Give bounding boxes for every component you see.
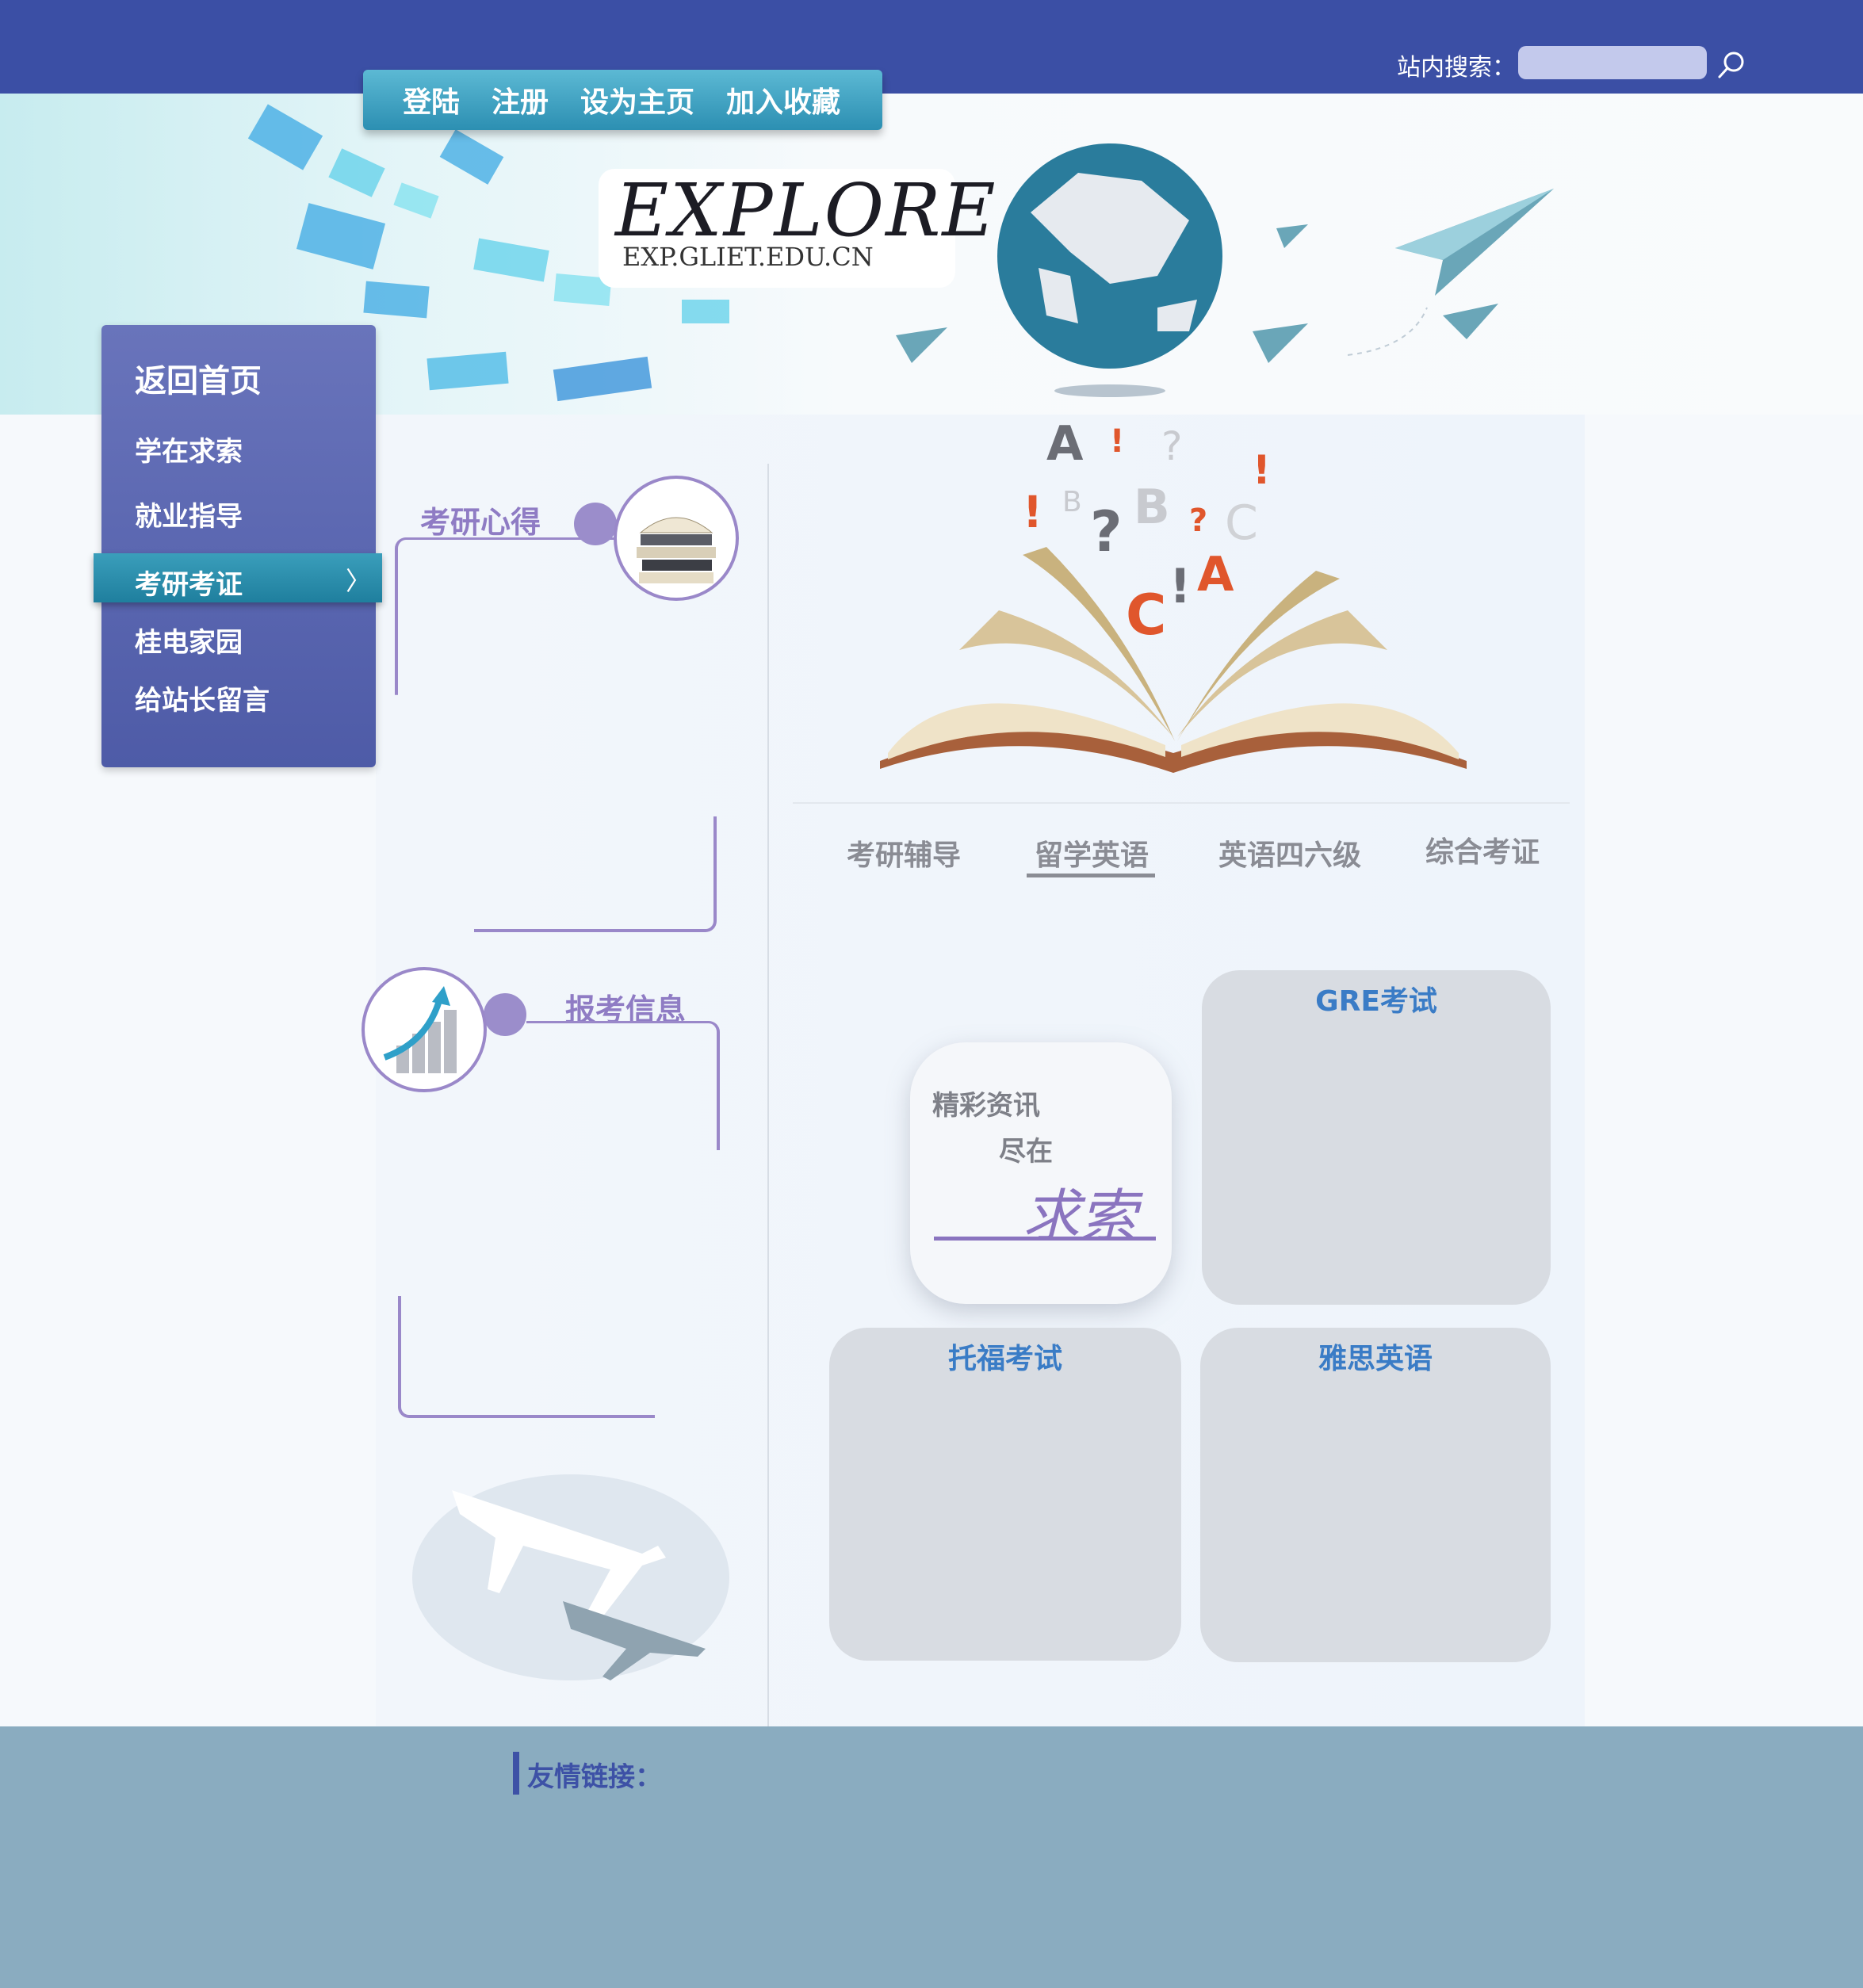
experience-frame-bottom	[474, 816, 717, 932]
card-title-toefl: 托福考试	[947, 1343, 1062, 1375]
globe-icon	[997, 143, 1222, 397]
tab-general-certificates[interactable]: 综合考证	[1425, 829, 1540, 870]
promo-line-2: 尽在	[999, 1136, 1053, 1168]
promo-underline	[934, 1237, 1156, 1241]
svg-text:B: B	[1134, 480, 1170, 535]
card-title-ielts: 雅思英语	[1318, 1343, 1433, 1375]
card-ielts[interactable]: 雅思英语	[1200, 1328, 1551, 1662]
sidebar-item-career[interactable]: 就业指导	[135, 495, 243, 533]
column-divider	[767, 464, 769, 1726]
promo-line-1: 精彩资讯	[932, 1090, 1040, 1122]
decor-dot	[484, 993, 526, 1036]
svg-text:A: A	[1197, 547, 1234, 602]
footer-accent-bar	[513, 1752, 519, 1795]
sidebar-item-label: 考研考证	[135, 569, 243, 601]
logo-url: EXP.GLIET.EDU.CN	[622, 242, 874, 272]
card-toefl[interactable]: 托福考试	[829, 1328, 1181, 1661]
nav-set-homepage[interactable]: 设为主页	[580, 79, 694, 120]
books-stack-icon	[614, 476, 739, 601]
sidebar-item-exam[interactable]: 考研考证 〉	[94, 553, 382, 602]
footer	[0, 1726, 1863, 1988]
tab-cet-english[interactable]: 英语四六级	[1218, 832, 1361, 874]
search-icon[interactable]	[1716, 49, 1747, 81]
tab-study-abroad-english[interactable]: 留学英语	[1035, 832, 1149, 874]
svg-text:?: ?	[1189, 503, 1207, 539]
svg-text:!: !	[1110, 423, 1124, 460]
tab-postgrad-tutoring[interactable]: 考研辅导	[847, 832, 961, 874]
tabs-divider	[793, 802, 1570, 804]
active-tab-indicator	[1027, 874, 1155, 877]
exam-info-frame-top	[526, 1021, 720, 1150]
sidebar-item-message[interactable]: 给站长留言	[135, 679, 270, 717]
chevron-right-icon: 〉	[345, 566, 371, 596]
growth-chart-icon	[362, 967, 487, 1092]
svg-text:C: C	[1126, 583, 1166, 648]
svg-text:B: B	[1062, 486, 1082, 518]
nav-login[interactable]: 登陆	[403, 79, 460, 120]
sidebar-item-study[interactable]: 学在求索	[135, 430, 243, 468]
exam-info-frame-bottom	[398, 1296, 655, 1418]
section-title-experience[interactable]: 考研心得	[420, 498, 541, 541]
logo-title: EXPLORE	[615, 168, 997, 253]
svg-text:A: A	[1046, 420, 1084, 472]
svg-text:?: ?	[1161, 423, 1183, 469]
svg-text:!: !	[1253, 447, 1271, 493]
friendly-links-label: 友情链接：	[527, 1761, 662, 1793]
decor-dot	[574, 503, 617, 545]
search-label: 站内搜索：	[1397, 54, 1516, 82]
nav-add-favorite[interactable]: 加入收藏	[726, 79, 840, 120]
promo-tile: 精彩资讯 尽在 求索	[910, 1042, 1172, 1304]
top-nav: 登陆 注册 设为主页 加入收藏	[363, 70, 882, 130]
sidebar-item-home[interactable]: 返回首页	[135, 355, 262, 401]
svg-text:?: ?	[1090, 499, 1123, 564]
open-book-illustration: A ! ? ! B ? B ? C ! A ! C	[880, 420, 1467, 773]
nav-register[interactable]: 注册	[492, 79, 549, 120]
search-input[interactable]	[1518, 46, 1707, 79]
airplane-illustration	[412, 1474, 729, 1680]
sidebar: 返回首页 学在求索 就业指导 桂电家园 给站长留言	[101, 325, 376, 767]
card-gre[interactable]: GRE考试	[1202, 970, 1551, 1305]
card-title-gre: GRE考试	[1315, 985, 1437, 1018]
svg-text:C: C	[1225, 495, 1258, 551]
sidebar-item-campus[interactable]: 桂电家园	[135, 621, 243, 659]
svg-text:!: !	[1169, 559, 1191, 614]
svg-text:!: !	[1023, 487, 1042, 537]
